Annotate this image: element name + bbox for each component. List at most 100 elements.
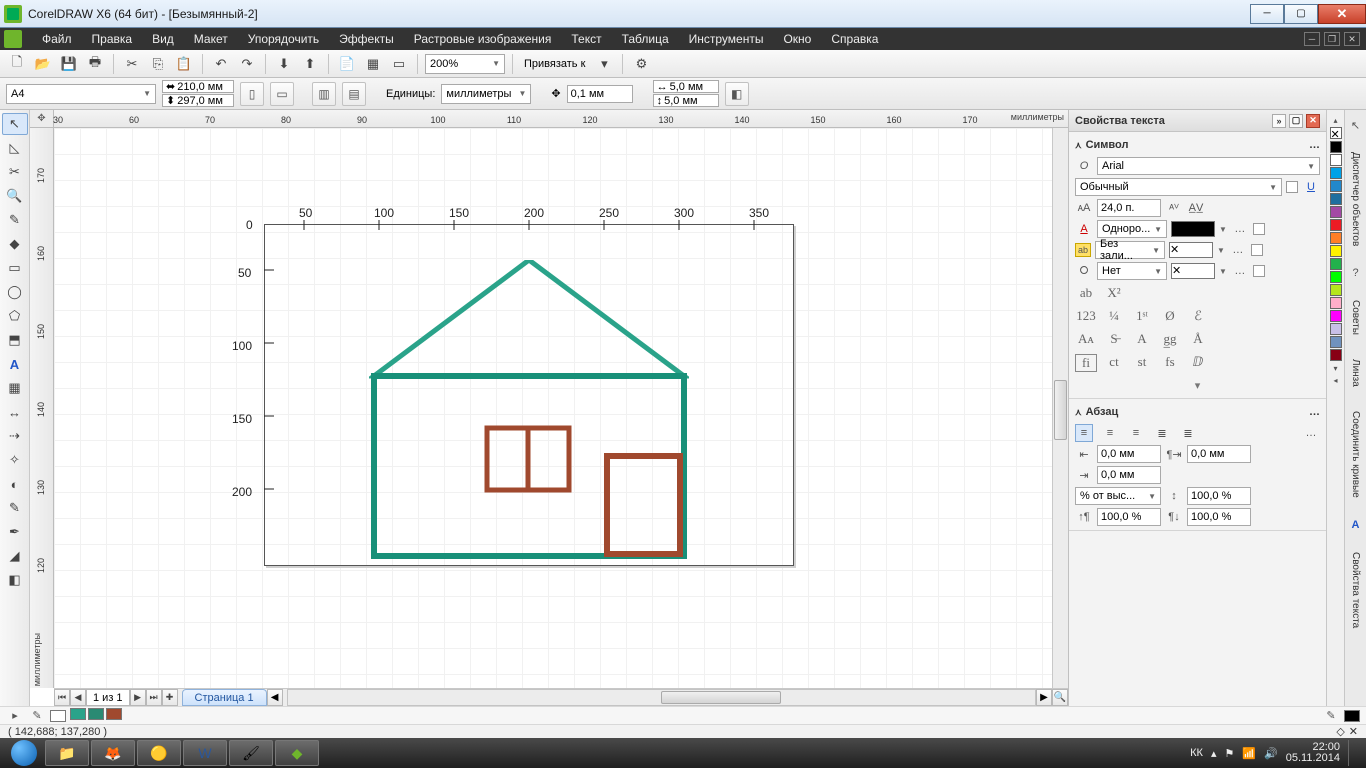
align-center-icon[interactable]: ≡ <box>1101 424 1119 442</box>
menu-tools[interactable]: Инструменты <box>679 32 774 46</box>
palette-swatch-5[interactable] <box>1330 206 1342 218</box>
palette-expand-icon[interactable]: ◂ <box>1327 374 1344 386</box>
tab-hints[interactable]: Советы <box>1350 294 1361 341</box>
outline-lock-checkbox[interactable] <box>1253 265 1265 277</box>
tab-text-properties[interactable]: Свойства текста <box>1350 546 1361 634</box>
undo-icon[interactable]: ↶ <box>210 53 232 75</box>
stylistic-icon[interactable]: Å <box>1187 331 1209 347</box>
horizontal-ruler[interactable]: миллиметры 30607080901001101201301401501… <box>54 110 1068 128</box>
export-icon[interactable]: ⬆ <box>299 53 321 75</box>
effects-tool-icon[interactable]: ✧ <box>2 449 28 471</box>
show-desktop-button[interactable] <box>1348 740 1356 766</box>
paste-icon[interactable]: 📋 <box>173 53 195 75</box>
smallcaps-icon[interactable]: Aᴀ <box>1075 331 1097 347</box>
align-justify-icon[interactable]: ≣ <box>1153 424 1171 442</box>
menu-arrange[interactable]: Упорядочить <box>238 32 329 46</box>
app-launcher-icon[interactable]: ▦ <box>362 53 384 75</box>
task-word-icon[interactable]: W <box>183 740 227 766</box>
tab-lens[interactable]: Линза <box>1350 353 1361 393</box>
palette-swatch-2[interactable] <box>1330 167 1342 179</box>
shape-tool-icon[interactable]: ◺ <box>2 137 28 159</box>
menu-help[interactable]: Справка <box>821 32 888 46</box>
save-icon[interactable]: 💾 <box>58 53 80 75</box>
hscroll-right-button[interactable]: ▶ <box>1036 689 1052 706</box>
task-chrome-icon[interactable]: 🟡 <box>137 740 181 766</box>
smart-fill-tool-icon[interactable]: ◆ <box>2 233 28 255</box>
doc-swatch-2[interactable] <box>106 708 122 720</box>
docker-tab-arrow-icon[interactable]: ↖ <box>1347 116 1365 134</box>
palette-swatch-14[interactable] <box>1330 323 1342 335</box>
snap-dropdown-icon[interactable]: ▾ <box>593 53 615 75</box>
menu-bitmaps[interactable]: Растровые изображения <box>404 32 562 46</box>
text-tool-icon[interactable]: A <box>2 353 28 375</box>
fill-color-indicator[interactable] <box>1344 710 1360 722</box>
doc-palette-menu-icon[interactable]: ▸ <box>6 707 24 725</box>
units-combo[interactable]: миллиметры▼ <box>441 84 531 104</box>
menu-file[interactable]: Файл <box>32 32 82 46</box>
page-width-input[interactable]: ⬌210,0 мм <box>162 80 234 93</box>
tray-clock[interactable]: 22:00 05.11.2014 <box>1286 742 1340 764</box>
copy-icon[interactable]: ⎘ <box>147 53 169 75</box>
duplicate-y-input[interactable]: ↕5,0 мм <box>653 94 719 107</box>
vertical-scrollbar[interactable] <box>1052 128 1068 688</box>
publish-pdf-icon[interactable]: 📄 <box>336 53 358 75</box>
tray-flag-icon[interactable]: ⚑ <box>1224 747 1234 760</box>
style-lock-checkbox[interactable] <box>1286 181 1298 193</box>
tab-join-curves[interactable]: Соединить кривые <box>1350 405 1361 504</box>
interactive-fill-tool-icon[interactable]: ◧ <box>2 569 28 591</box>
start-button[interactable] <box>4 739 44 767</box>
fill-type-combo[interactable]: Одноро...▼ <box>1097 220 1167 238</box>
docker-tab-text-icon[interactable]: A <box>1347 516 1365 534</box>
superscript-icon[interactable]: X² <box>1103 285 1125 301</box>
section-expand-icon[interactable]: ▾ <box>1075 377 1320 394</box>
page-size-combo[interactable]: A4▼ <box>6 84 156 104</box>
outline-more-icon[interactable]: … <box>1231 262 1249 280</box>
page-height-input[interactable]: ⬍297,0 мм <box>162 94 234 107</box>
align-left-icon[interactable]: ≡ <box>1075 424 1093 442</box>
palette-swatch-12[interactable] <box>1330 297 1342 309</box>
zoom-tool-icon[interactable]: 🔍 <box>2 185 28 207</box>
docker-title[interactable]: Свойства текста » ▢ ✕ <box>1069 110 1326 132</box>
range-kerning-icon[interactable]: A̲V̲ <box>1187 199 1205 217</box>
bg-swatch[interactable]: ✕ <box>1169 242 1213 258</box>
connector-tool-icon[interactable]: ⇢ <box>2 425 28 447</box>
line-spacing-mode-combo[interactable]: % от выс...▼ <box>1075 487 1161 505</box>
outline-combo[interactable]: Нет▼ <box>1097 262 1167 280</box>
menu-window[interactable]: Окно <box>773 32 821 46</box>
subscript-icon[interactable]: ab <box>1075 285 1097 301</box>
close-button[interactable]: ✕ <box>1318 4 1366 24</box>
doc-no-color-swatch[interactable] <box>50 710 66 722</box>
palette-swatch-9[interactable] <box>1330 258 1342 270</box>
para-more-icon[interactable]: … <box>1302 424 1320 442</box>
indent-left-input[interactable]: 0,0 мм <box>1097 445 1161 463</box>
palette-swatch-7[interactable] <box>1330 232 1342 244</box>
line-spacing-input[interactable]: 100,0 % <box>1187 487 1251 505</box>
tray-volume-icon[interactable]: 🔊 <box>1264 747 1278 760</box>
indent-first-input[interactable]: 0,0 мм <box>1187 445 1251 463</box>
font-style-combo[interactable]: Обычный▼ <box>1075 178 1282 196</box>
vertical-ruler[interactable]: миллиметры 170160150140130120 <box>30 128 54 688</box>
palette-swatch-3[interactable] <box>1330 180 1342 192</box>
add-page-button[interactable]: ✚ <box>162 689 178 706</box>
house-drawing[interactable] <box>369 260 689 562</box>
current-page-icon[interactable]: ▤ <box>342 82 366 106</box>
treat-as-filled-icon[interactable]: ◧ <box>725 82 749 106</box>
palette-swatch-15[interactable] <box>1330 336 1342 348</box>
task-paint-icon[interactable]: 🖌 <box>229 740 273 766</box>
fill-tool-icon[interactable]: ◢ <box>2 545 28 567</box>
palette-up-icon[interactable]: ▴ <box>1327 114 1344 126</box>
maximize-button[interactable]: ▢ <box>1284 4 1318 24</box>
docker-tab-hints-icon[interactable]: ? <box>1347 264 1365 282</box>
fill-more-icon[interactable]: … <box>1231 220 1249 238</box>
portrait-icon[interactable]: ▯ <box>240 82 264 106</box>
mdi-minimize-button[interactable]: ─ <box>1304 32 1320 46</box>
table-tool-icon[interactable]: ▦ <box>2 377 28 399</box>
font-combo[interactable]: Arial▼ <box>1097 157 1320 175</box>
palette-swatch-1[interactable] <box>1330 154 1342 166</box>
menu-view[interactable]: Вид <box>142 32 184 46</box>
tray-network-icon[interactable]: 📶 <box>1242 747 1256 760</box>
polygon-tool-icon[interactable]: ⬠ <box>2 305 28 327</box>
strikethrough-icon[interactable]: S̶ <box>1103 331 1125 347</box>
duplicate-x-input[interactable]: ↔5,0 мм <box>653 80 719 93</box>
page-tab-1[interactable]: Страница 1 <box>182 689 267 706</box>
